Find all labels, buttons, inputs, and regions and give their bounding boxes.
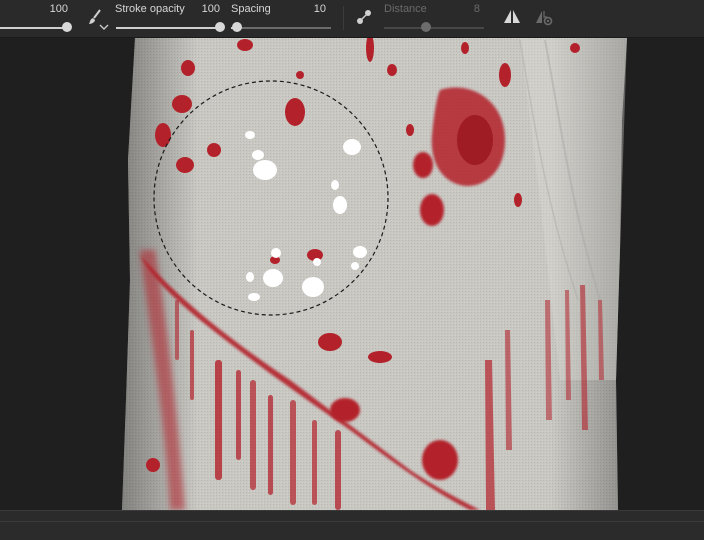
- symmetry-settings-icon[interactable]: [534, 8, 554, 26]
- spacing-value[interactable]: 10: [294, 3, 326, 15]
- stroke-opacity-value[interactable]: 100: [186, 3, 220, 15]
- spacing-slider-handle[interactable]: [232, 22, 242, 32]
- stroke-opacity-label: Stroke opacity: [115, 3, 185, 15]
- distance-label: Distance: [384, 3, 427, 15]
- stroke-opacity-slider-handle[interactable]: [215, 22, 225, 32]
- size-value[interactable]: 100: [30, 3, 68, 15]
- toolbar-separator: [343, 6, 344, 30]
- lazy-mouse-icon[interactable]: [355, 8, 373, 26]
- spacing-label: Spacing: [231, 3, 271, 15]
- bottom-panel: [0, 510, 704, 540]
- distance-value[interactable]: 8: [450, 3, 480, 15]
- 3d-viewport[interactable]: [0, 38, 704, 510]
- brush-icon[interactable]: [88, 9, 102, 25]
- chevron-down-icon[interactable]: [99, 24, 109, 31]
- spacing-slider-track[interactable]: [231, 27, 331, 29]
- size-slider-fill: [0, 27, 66, 29]
- toolbar: 100 Stroke opacity 100 Spacing 10 Distan…: [0, 0, 704, 38]
- distance-slider-handle[interactable]: [421, 22, 431, 32]
- stroke-opacity-slider-fill: [116, 27, 219, 29]
- mesh-render[interactable]: [0, 38, 704, 510]
- size-slider-handle[interactable]: [62, 22, 72, 32]
- symmetry-icon[interactable]: [502, 8, 522, 26]
- bottom-panel-divider: [0, 521, 704, 522]
- distance-slider-track[interactable]: [384, 27, 484, 29]
